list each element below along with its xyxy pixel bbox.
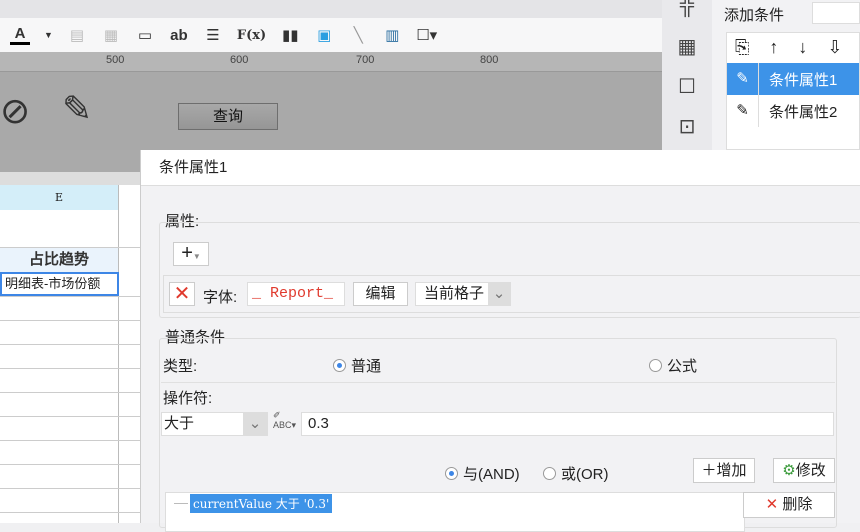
condition-input[interactable] bbox=[812, 2, 860, 24]
condition-list: ⎘ ↑ ↓ ⇩ ✎ 条件属性1 ✎ 条件属性2 bbox=[726, 32, 860, 150]
frame-icon[interactable]: ☐ bbox=[662, 74, 712, 99]
or-radio[interactable]: 或(OR) bbox=[543, 463, 609, 484]
remove-attribute-button[interactable]: ✕ bbox=[169, 282, 195, 306]
font-color-icon[interactable]: A bbox=[10, 25, 30, 45]
font-preview: _ Report_ bbox=[247, 282, 345, 306]
bar-chart-icon[interactable]: ▮▮ bbox=[280, 26, 300, 44]
merge-cells-icon[interactable]: ▤ bbox=[67, 26, 87, 44]
and-radio[interactable]: 与(AND) bbox=[445, 463, 520, 484]
pencil-icon[interactable]: ✎ bbox=[62, 88, 92, 130]
operator-select[interactable]: 大于 ⌄ bbox=[161, 412, 268, 436]
toolbar: A ▼ ▤ ▦ ▭ ab ☰ F(x) ▮▮ ▣ ╲ ▥ ☐▾ bbox=[0, 18, 662, 52]
border-icon[interactable]: ☐▾ bbox=[416, 26, 437, 44]
dialog-title: 条件属性1 bbox=[141, 150, 860, 186]
font-label: 字体: bbox=[203, 289, 238, 306]
hidden-eye-icon[interactable]: ⊘ bbox=[0, 90, 30, 132]
ruler-tick: 600 bbox=[230, 54, 249, 66]
chevron-down-icon[interactable]: ⌄ bbox=[243, 413, 267, 435]
slash-icon[interactable]: ╲ bbox=[348, 26, 368, 44]
side-icon-strip: ╬ ▦ ☐ ⊡ bbox=[662, 0, 712, 150]
add-button[interactable]: ＋增加 bbox=[693, 458, 755, 483]
spreadsheet[interactable]: E 占比趋势 明细表-市场份额 bbox=[0, 150, 140, 523]
type-normal-radio[interactable]: 普通 bbox=[333, 355, 381, 376]
close-icon: ✕ bbox=[765, 496, 779, 513]
ruler-tick: 500 bbox=[106, 54, 125, 66]
list-item[interactable]: ✎ 条件属性1 bbox=[727, 63, 859, 95]
pencil-icon: ✎ bbox=[727, 95, 759, 127]
value-type-icon[interactable]: ✐ ABC▾ bbox=[273, 410, 296, 430]
plus-icon: ＋ bbox=[701, 462, 717, 479]
selected-cell[interactable]: 明细表-市场份额 bbox=[0, 272, 119, 296]
ruler-tick: 800 bbox=[480, 54, 499, 66]
pencil-icon: ✎ bbox=[727, 63, 759, 95]
document-icon[interactable]: ▥ bbox=[382, 26, 402, 44]
list-item[interactable]: ✎ 条件属性2 bbox=[727, 95, 859, 127]
layout-icon[interactable]: ╬ bbox=[662, 0, 712, 17]
design-canvas[interactable]: ⊘ ✎ bbox=[0, 72, 662, 150]
modify-button[interactable]: ⚙修改 bbox=[773, 458, 835, 483]
ruler-tick: 700 bbox=[356, 54, 375, 66]
delete-button[interactable]: ✕ 删除 bbox=[743, 492, 835, 518]
list-item-label: 条件属性2 bbox=[769, 103, 838, 121]
header-cell[interactable]: 占比趋势 bbox=[0, 248, 118, 272]
chevron-down-icon[interactable]: ⌄ bbox=[488, 283, 510, 305]
arrow-down-icon[interactable]: ↓ bbox=[798, 37, 807, 59]
table-grid-icon[interactable]: ▦ bbox=[101, 26, 121, 44]
cell-info-icon[interactable]: ▦ bbox=[662, 34, 712, 59]
type-formula-radio[interactable]: 公式 bbox=[649, 355, 697, 376]
formula-icon[interactable]: F(x) bbox=[237, 28, 266, 43]
list-item-label: 条件属性1 bbox=[769, 71, 838, 89]
field-icon[interactable]: ▭ bbox=[135, 26, 155, 44]
gear-icon: ⚙ bbox=[782, 462, 796, 479]
move-bottom-icon[interactable]: ⇩ bbox=[827, 37, 842, 59]
dropdown-icon[interactable]: ▼ bbox=[44, 30, 53, 40]
panel-title: 添加条件 bbox=[724, 7, 785, 24]
condition-entry[interactable]: currentValue 大于 '0.3' bbox=[190, 494, 333, 513]
copy-icon[interactable]: ⎘ bbox=[735, 37, 749, 59]
query-button[interactable]: 查询 bbox=[178, 103, 278, 130]
column-header-e[interactable]: E bbox=[0, 185, 118, 210]
operator-label: 操作符: bbox=[163, 390, 213, 407]
value-input[interactable]: 0.3 bbox=[301, 412, 834, 436]
condition-tree[interactable]: currentValue 大于 '0.3' bbox=[165, 492, 745, 532]
condition-panel: 添加条件 ⎘ ↑ ↓ ⇩ ✎ 条件属性1 ✎ 条件属性2 bbox=[712, 0, 860, 150]
dropdown-widget-icon[interactable]: ⊡ bbox=[662, 114, 712, 139]
image-icon[interactable]: ▣ bbox=[314, 26, 334, 44]
arrow-up-icon[interactable]: ↑ bbox=[769, 37, 778, 59]
ruler: 500 600 700 800 bbox=[0, 52, 662, 72]
scope-select[interactable]: 当前格子 ⌄ bbox=[415, 282, 511, 306]
top-strip bbox=[0, 0, 662, 18]
edit-button[interactable]: 编辑 bbox=[353, 282, 408, 306]
type-label: 类型: bbox=[163, 358, 198, 375]
condition-attribute-dialog: 条件属性1 属性: +▼ ✕ 字体: _ Report_ 编辑 当前格子 ⌄ 普通… bbox=[140, 150, 860, 532]
align-left-icon[interactable]: ☰ bbox=[203, 26, 223, 44]
add-attribute-button[interactable]: +▼ bbox=[173, 242, 209, 266]
text-icon[interactable]: ab bbox=[169, 27, 189, 44]
